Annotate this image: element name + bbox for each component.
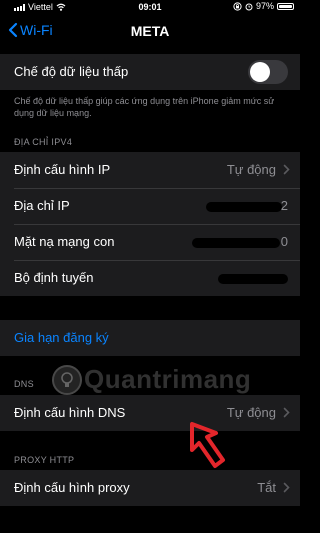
ipv4-section-header: ĐỊA CHỈ IPV4 xyxy=(14,137,73,147)
annotation-arrow-icon xyxy=(190,422,225,468)
configure-ip-row[interactable]: Định cấu hình IP Tự động xyxy=(0,152,300,188)
battery-icon xyxy=(277,2,294,10)
low-data-label: Chế độ dữ liệu thấp xyxy=(14,64,129,79)
router-label: Bộ định tuyến xyxy=(14,270,94,285)
configure-proxy-row[interactable]: Định cấu hình proxy Tắt xyxy=(0,470,300,506)
redacted-router xyxy=(218,274,288,284)
redacted-subnet-mask xyxy=(192,238,280,248)
dns-section-header: DNS xyxy=(14,379,34,389)
renew-lease-row[interactable]: Gia hạn đăng ký xyxy=(0,320,300,356)
orientation-lock-icon xyxy=(233,1,242,11)
alarm-icon xyxy=(245,3,253,10)
configure-ip-label: Định cấu hình IP xyxy=(14,162,111,177)
configure-proxy-label: Định cấu hình proxy xyxy=(14,480,130,495)
battery-percent: 97% xyxy=(255,1,274,11)
status-bar: Viettel 09:01 97% xyxy=(0,0,300,14)
watermark: Quantrimang xyxy=(52,364,251,395)
renew-lease-button[interactable]: Gia hạn đăng ký xyxy=(14,330,109,345)
redacted-ip-address xyxy=(206,202,282,212)
configure-dns-value: Tự động xyxy=(226,405,276,420)
ipv4-group: Định cấu hình IP Tự động Địa chỉ IP 2 Mặ… xyxy=(0,152,300,296)
low-data-toggle[interactable] xyxy=(248,60,288,84)
subnet-mask-row: Mặt nạ mạng con 0 xyxy=(0,224,300,260)
chevron-right-icon xyxy=(283,482,290,493)
proxy-section-header: PROXY HTTP xyxy=(14,455,75,465)
ip-address-row: Địa chỉ IP 2 xyxy=(0,188,300,224)
low-data-group: Chế độ dữ liệu thấp xyxy=(0,54,300,90)
chevron-right-icon xyxy=(283,407,290,418)
ip-address-value: 2 xyxy=(280,198,288,213)
low-data-note: Chế độ dữ liệu thấp giúp các ứng dụng tr… xyxy=(14,96,275,118)
subnet-mask-label: Mặt nạ mạng con xyxy=(14,234,115,249)
status-right: 97% xyxy=(233,1,294,11)
low-data-row: Chế độ dữ liệu thấp xyxy=(0,54,300,90)
lease-group: Gia hạn đăng ký xyxy=(0,320,300,356)
configure-dns-row[interactable]: Định cấu hình DNS Tự động xyxy=(0,395,300,431)
watermark-text: Quantrimang xyxy=(84,364,252,394)
proxy-group: Định cấu hình proxy Tắt xyxy=(0,470,300,506)
dns-group: Định cấu hình DNS Tự động xyxy=(0,395,300,431)
ip-address-label: Địa chỉ IP xyxy=(14,198,70,213)
toggle-knob xyxy=(250,62,270,82)
configure-ip-value: Tự động xyxy=(226,162,276,177)
configure-proxy-value: Tắt xyxy=(257,480,276,495)
chevron-right-icon xyxy=(283,164,290,175)
navigation-bar: Wi-Fi META xyxy=(0,14,300,48)
page-title: META xyxy=(130,23,170,39)
configure-dns-label: Định cấu hình DNS xyxy=(14,405,126,420)
subnet-mask-value: 0 xyxy=(280,234,288,249)
router-row: Bộ định tuyến xyxy=(0,260,300,296)
watermark-logo-icon xyxy=(52,364,82,395)
